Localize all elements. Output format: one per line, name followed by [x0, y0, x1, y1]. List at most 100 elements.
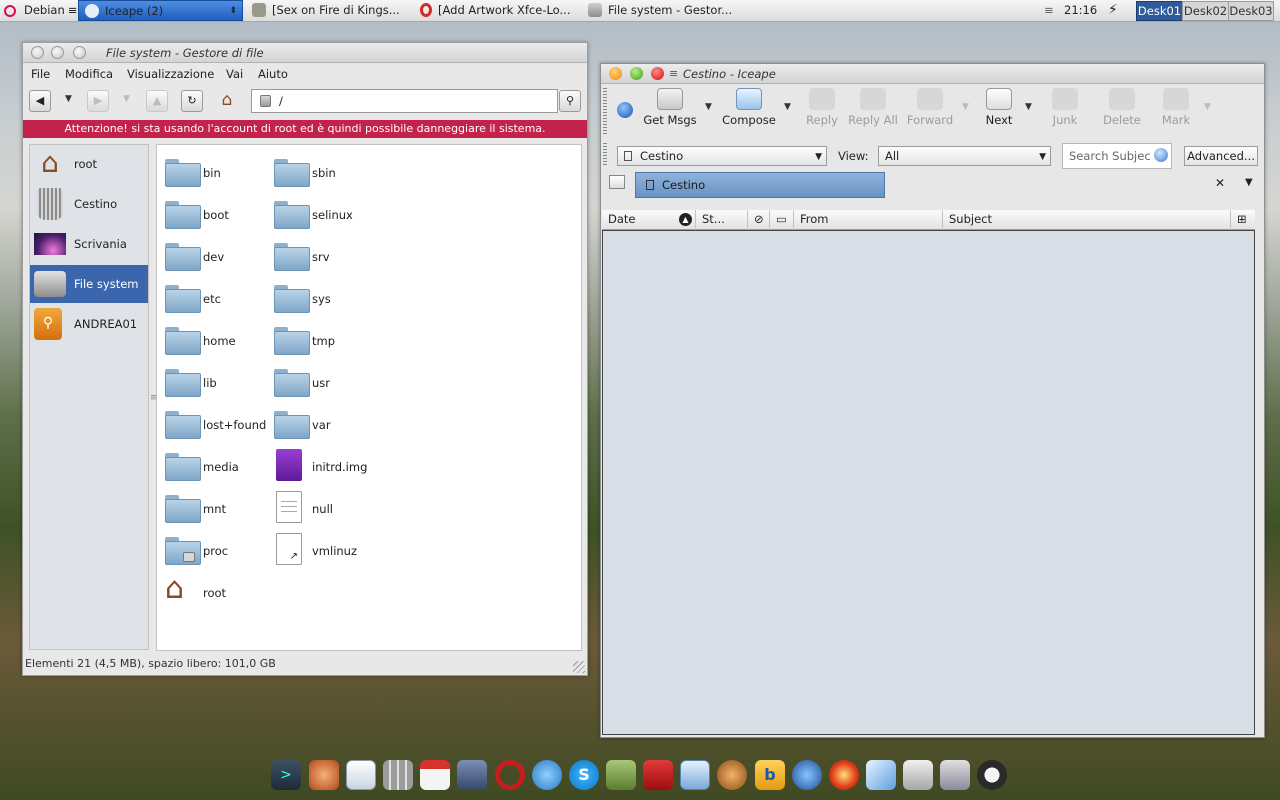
- place-andrea01[interactable]: ⚲ ANDREA01: [30, 305, 148, 343]
- calculator-icon[interactable]: [383, 760, 413, 790]
- menu-modifica[interactable]: Modifica: [65, 67, 113, 81]
- tab-cestino[interactable]: Cestino: [635, 172, 885, 198]
- next-button[interactable]: Next: [969, 86, 1029, 132]
- reload-icon[interactable]: ↻: [181, 90, 203, 112]
- desk-01[interactable]: Desk01: [1136, 1, 1183, 21]
- place-cestino[interactable]: Cestino: [30, 185, 148, 223]
- folder-dev[interactable]: dev: [161, 236, 269, 271]
- folder-root[interactable]: ⌂ root: [161, 572, 269, 606]
- junk-button[interactable]: Junk: [1035, 86, 1095, 132]
- minimize-button[interactable]: [51, 46, 64, 59]
- globe-icon[interactable]: [617, 102, 633, 118]
- folder-boot[interactable]: boot: [161, 194, 269, 229]
- col-date[interactable]: Date ▲: [602, 210, 696, 230]
- file-initrd-img[interactable]: initrd.img: [270, 446, 378, 481]
- folder-lost-found[interactable]: lost+found: [161, 404, 269, 439]
- mark-button[interactable]: Mark: [1146, 86, 1206, 132]
- message-list[interactable]: [602, 230, 1255, 735]
- folder-sbin[interactable]: sbin: [270, 152, 378, 187]
- view-select[interactable]: All ▼: [878, 146, 1051, 166]
- menu-file[interactable]: File: [31, 67, 50, 81]
- acrobat-icon[interactable]: [643, 760, 673, 790]
- back-history-dropdown[interactable]: ▼: [65, 94, 72, 104]
- desk-03[interactable]: Desk03: [1228, 1, 1274, 21]
- folder-select[interactable]: Cestino ▼: [617, 146, 827, 166]
- folder-home[interactable]: home: [161, 320, 269, 355]
- attachment-icon[interactable]: ⊘: [748, 210, 770, 230]
- task-file-manager[interactable]: File system - Gestor...: [588, 0, 748, 21]
- back-arrow-icon[interactable]: ◀: [29, 90, 51, 112]
- toolbar-grip[interactable]: [603, 143, 607, 167]
- maximize-button[interactable]: [73, 46, 86, 59]
- scanner-icon[interactable]: [940, 760, 970, 790]
- folder-bin[interactable]: bin: [161, 152, 269, 187]
- media-player-icon[interactable]: [792, 760, 822, 790]
- folder-var[interactable]: var: [270, 404, 378, 439]
- toolbar-grip[interactable]: [603, 88, 607, 134]
- file-null[interactable]: null: [270, 488, 378, 523]
- tab-list-dropdown[interactable]: ▼: [1245, 177, 1253, 188]
- tux-icon[interactable]: [977, 760, 1007, 790]
- burner-icon[interactable]: [829, 760, 859, 790]
- folder-tmp[interactable]: tmp: [270, 320, 378, 355]
- place-root[interactable]: ⌂ root: [30, 145, 148, 183]
- forward-arrow-icon[interactable]: ▶: [87, 90, 109, 112]
- compose-dropdown[interactable]: ▼: [784, 102, 791, 112]
- menu-vai[interactable]: Vai: [226, 67, 243, 81]
- thread-icon[interactable]: ▭: [770, 210, 794, 230]
- printer-icon[interactable]: [903, 760, 933, 790]
- pidgin-icon[interactable]: [532, 760, 562, 790]
- folder-proc[interactable]: proc: [161, 530, 269, 565]
- minimize-button[interactable]: [609, 67, 622, 80]
- compose-button[interactable]: Compose: [719, 86, 779, 132]
- search-icon[interactable]: ⚲: [559, 90, 581, 112]
- maximize-button[interactable]: [630, 67, 643, 80]
- fm-titlebar[interactable]: File system - Gestore di file: [23, 43, 587, 63]
- get-msgs-dropdown[interactable]: ▼: [705, 102, 712, 112]
- gimp-icon[interactable]: [457, 760, 487, 790]
- forward-dropdown[interactable]: ▼: [962, 102, 969, 112]
- next-dropdown[interactable]: ▼: [1025, 102, 1032, 112]
- gecko-icon[interactable]: [717, 760, 747, 790]
- col-status[interactable]: St...: [696, 210, 748, 230]
- location-field[interactable]: /: [251, 89, 558, 113]
- home-icon[interactable]: [309, 760, 339, 790]
- col-from[interactable]: From: [794, 210, 943, 230]
- place-scrivania[interactable]: Scrivania: [30, 225, 148, 263]
- close-button[interactable]: [651, 67, 664, 80]
- reply-all-button[interactable]: Reply All: [843, 86, 903, 132]
- folder-lib[interactable]: lib: [161, 362, 269, 397]
- android-icon[interactable]: [606, 760, 636, 790]
- get-msgs-button[interactable]: Get Msgs: [640, 86, 700, 132]
- forward-history-dropdown[interactable]: ▼: [123, 94, 130, 104]
- file-vmlinuz[interactable]: ↗ vmlinuz: [270, 530, 378, 565]
- search-icon[interactable]: [1154, 148, 1168, 162]
- new-tab-icon[interactable]: [609, 175, 625, 189]
- resize-grip[interactable]: [573, 661, 585, 673]
- up-arrow-icon[interactable]: ▲: [146, 90, 168, 112]
- column-picker-icon[interactable]: ⊞: [1231, 210, 1255, 230]
- close-tab-icon[interactable]: ✕: [1215, 176, 1225, 190]
- task-iceape[interactable]: Iceape (2) ⬍: [78, 0, 243, 21]
- debian-menu-button[interactable]: Debian ≡: [4, 0, 78, 21]
- mark-dropdown[interactable]: ▼: [1204, 102, 1211, 112]
- folder-media[interactable]: media: [161, 446, 269, 481]
- menu-visualizzazione[interactable]: Visualizzazione: [127, 67, 214, 81]
- terminal-icon[interactable]: >: [271, 760, 301, 790]
- col-subject[interactable]: Subject: [943, 210, 1231, 230]
- mail-icon[interactable]: [866, 760, 896, 790]
- task-music[interactable]: [Sex on Fire di Kings...: [252, 0, 410, 21]
- task-opera[interactable]: [Add Artwork Xfce-Lo...: [420, 0, 580, 21]
- home-icon[interactable]: ⌂: [216, 89, 238, 111]
- place-file-system[interactable]: File system: [30, 265, 148, 303]
- skype-icon[interactable]: S: [569, 760, 599, 790]
- folder-selinux[interactable]: selinux: [270, 194, 378, 229]
- desk-02[interactable]: Desk02: [1182, 1, 1229, 21]
- opera-icon[interactable]: [495, 760, 525, 790]
- calendar-icon[interactable]: [420, 760, 450, 790]
- folder-sys[interactable]: sys: [270, 278, 378, 313]
- search-input[interactable]: Search Subjec: [1062, 143, 1172, 169]
- menu-aiuto[interactable]: Aiuto: [258, 67, 288, 81]
- delete-button[interactable]: Delete: [1092, 86, 1152, 132]
- network-icon[interactable]: ⚡: [1108, 0, 1118, 21]
